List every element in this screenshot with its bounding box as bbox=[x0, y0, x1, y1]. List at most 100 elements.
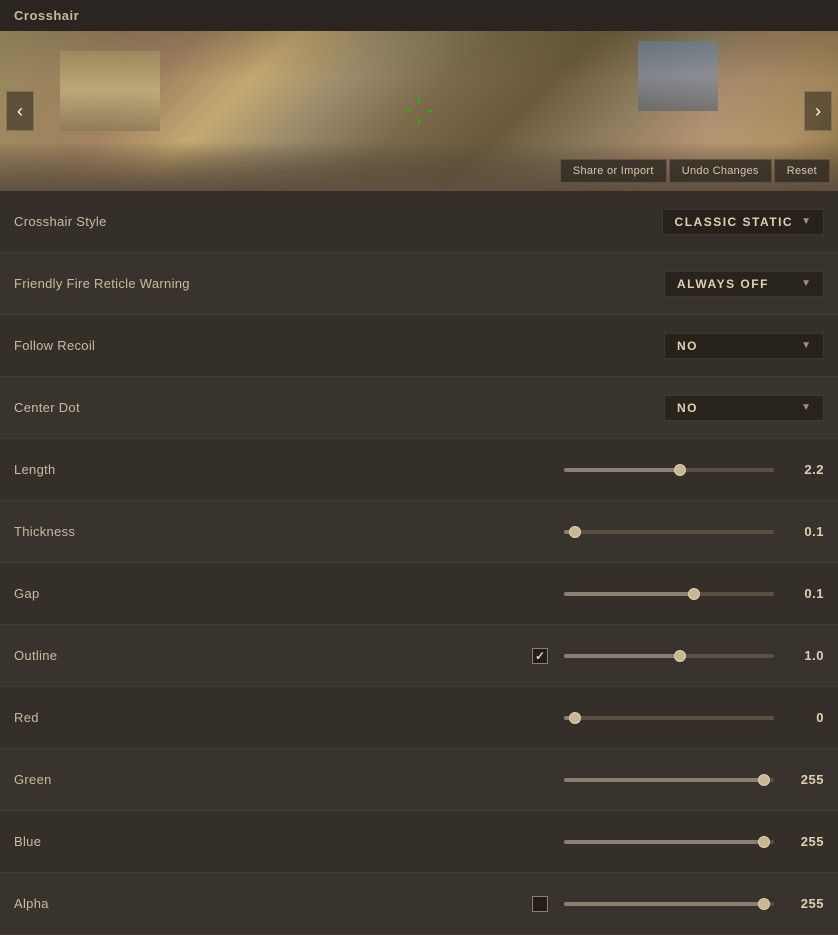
slider-value-green: 255 bbox=[784, 772, 824, 787]
prev-icon: ‹ bbox=[17, 101, 23, 122]
slider-thumb-blue[interactable] bbox=[758, 836, 770, 848]
preview-container: ‹ › Share or Import Undo Changes Reset bbox=[0, 31, 838, 191]
slider-track-blue[interactable] bbox=[564, 840, 774, 844]
dropdown-value-follow-recoil: No bbox=[677, 339, 698, 353]
share-import-button[interactable]: Share or Import bbox=[560, 159, 667, 183]
checkbox-outline[interactable] bbox=[532, 648, 548, 664]
dropdown-follow-recoil[interactable]: No ▼ bbox=[664, 333, 824, 359]
label-length: Length bbox=[14, 462, 174, 477]
undo-changes-button[interactable]: Undo Changes bbox=[669, 159, 772, 183]
dropdown-arrow-crosshair-style: ▼ bbox=[801, 216, 811, 227]
slider-track-alpha[interactable] bbox=[564, 902, 774, 906]
slider-thumb-red[interactable] bbox=[569, 712, 581, 724]
label-follow-recoil: Follow Recoil bbox=[14, 338, 174, 353]
next-icon: › bbox=[815, 101, 821, 122]
control-gap: 0.1 bbox=[174, 586, 824, 601]
label-center-dot: Center Dot bbox=[14, 400, 174, 415]
dropdown-arrow-center-dot: ▼ bbox=[801, 402, 811, 413]
checkbox-alpha[interactable] bbox=[532, 896, 548, 912]
slider-thumb-gap[interactable] bbox=[688, 588, 700, 600]
slider-thumb-outline[interactable] bbox=[674, 650, 686, 662]
dropdown-arrow-follow-recoil: ▼ bbox=[801, 340, 811, 351]
slider-value-blue: 255 bbox=[784, 834, 824, 849]
slider-wrap-gap bbox=[174, 592, 774, 596]
preview-buttons: Share or Import Undo Changes Reset bbox=[560, 159, 830, 183]
slider-wrap-red bbox=[174, 716, 774, 720]
slider-wrap-alpha bbox=[174, 896, 774, 912]
slider-fill-green bbox=[564, 778, 764, 782]
label-friendly-fire: Friendly Fire Reticle Warning bbox=[14, 276, 190, 291]
control-follow-recoil: No ▼ bbox=[174, 333, 824, 359]
setting-row-length: Length 2.2 bbox=[0, 439, 838, 501]
slider-wrap-blue bbox=[174, 840, 774, 844]
slider-fill-blue bbox=[564, 840, 764, 844]
slider-track-length[interactable] bbox=[564, 468, 774, 472]
slider-track-green[interactable] bbox=[564, 778, 774, 782]
setting-row-center-dot: Center Dot No ▼ bbox=[0, 377, 838, 439]
control-length: 2.2 bbox=[174, 462, 824, 477]
slider-value-alpha: 255 bbox=[784, 896, 824, 911]
control-blue: 255 bbox=[174, 834, 824, 849]
slider-thumb-green[interactable] bbox=[758, 774, 770, 786]
label-outline: Outline bbox=[14, 648, 174, 663]
slider-value-red: 0 bbox=[784, 710, 824, 725]
dropdown-center-dot[interactable]: No ▼ bbox=[664, 395, 824, 421]
control-thickness: 0.1 bbox=[174, 524, 824, 539]
page-title: Crosshair bbox=[14, 8, 79, 23]
slider-thumb-alpha[interactable] bbox=[758, 898, 770, 910]
slider-wrap-thickness bbox=[174, 530, 774, 534]
label-gap: Gap bbox=[14, 586, 174, 601]
slider-value-thickness: 0.1 bbox=[784, 524, 824, 539]
control-red: 0 bbox=[174, 710, 824, 725]
slider-wrap-length bbox=[174, 468, 774, 472]
slider-value-outline: 1.0 bbox=[784, 648, 824, 663]
slider-wrap-green bbox=[174, 778, 774, 782]
setting-row-outline: Outline 1.0 bbox=[0, 625, 838, 687]
slider-value-length: 2.2 bbox=[784, 462, 824, 477]
prev-arrow[interactable]: ‹ bbox=[6, 91, 34, 131]
dropdown-value-crosshair-style: Classic Static bbox=[675, 215, 794, 229]
slider-track-red[interactable] bbox=[564, 716, 774, 720]
label-blue: Blue bbox=[14, 834, 174, 849]
slider-value-gap: 0.1 bbox=[784, 586, 824, 601]
label-alpha: Alpha bbox=[14, 896, 174, 911]
label-red: Red bbox=[14, 710, 174, 725]
slider-thumb-thickness[interactable] bbox=[569, 526, 581, 538]
label-thickness: Thickness bbox=[14, 524, 174, 539]
title-bar: Crosshair bbox=[0, 0, 838, 31]
dropdown-arrow-friendly-fire: ▼ bbox=[801, 278, 811, 289]
setting-row-red: Red 0 bbox=[0, 687, 838, 749]
dropdown-crosshair-style[interactable]: Classic Static ▼ bbox=[662, 209, 824, 235]
setting-row-alpha: Alpha 255 bbox=[0, 873, 838, 935]
label-crosshair-style: Crosshair Style bbox=[14, 214, 174, 229]
slider-fill-length bbox=[564, 468, 680, 472]
scene-building-right bbox=[638, 41, 718, 111]
slider-wrap-outline bbox=[174, 648, 774, 664]
slider-track-outline[interactable] bbox=[564, 654, 774, 658]
setting-row-thickness: Thickness 0.1 bbox=[0, 501, 838, 563]
setting-row-friendly-fire: Friendly Fire Reticle Warning Always Off ▼ bbox=[0, 253, 838, 315]
dropdown-value-center-dot: No bbox=[677, 401, 698, 415]
dropdown-value-friendly-fire: Always Off bbox=[677, 277, 769, 291]
slider-fill-alpha bbox=[564, 902, 764, 906]
control-green: 255 bbox=[174, 772, 824, 787]
control-outline: 1.0 bbox=[174, 648, 824, 664]
label-green: Green bbox=[14, 772, 174, 787]
slider-thumb-length[interactable] bbox=[674, 464, 686, 476]
slider-track-gap[interactable] bbox=[564, 592, 774, 596]
setting-row-gap: Gap 0.1 bbox=[0, 563, 838, 625]
control-crosshair-style: Classic Static ▼ bbox=[174, 209, 824, 235]
reset-button[interactable]: Reset bbox=[774, 159, 830, 183]
dropdown-friendly-fire[interactable]: Always Off ▼ bbox=[664, 271, 824, 297]
slider-fill-gap bbox=[564, 592, 694, 596]
next-arrow[interactable]: › bbox=[804, 91, 832, 131]
scene-building-left bbox=[60, 51, 160, 131]
setting-row-crosshair-style: Crosshair Style Classic Static ▼ bbox=[0, 191, 838, 253]
control-friendly-fire: Always Off ▼ bbox=[190, 271, 824, 297]
slider-track-thickness[interactable] bbox=[564, 530, 774, 534]
setting-row-follow-recoil: Follow Recoil No ▼ bbox=[0, 315, 838, 377]
slider-fill-outline bbox=[564, 654, 680, 658]
setting-row-blue: Blue 255 bbox=[0, 811, 838, 873]
setting-row-green: Green 255 bbox=[0, 749, 838, 811]
settings-container: Crosshair StyleClassic Static▼Friendly F… bbox=[0, 191, 838, 935]
